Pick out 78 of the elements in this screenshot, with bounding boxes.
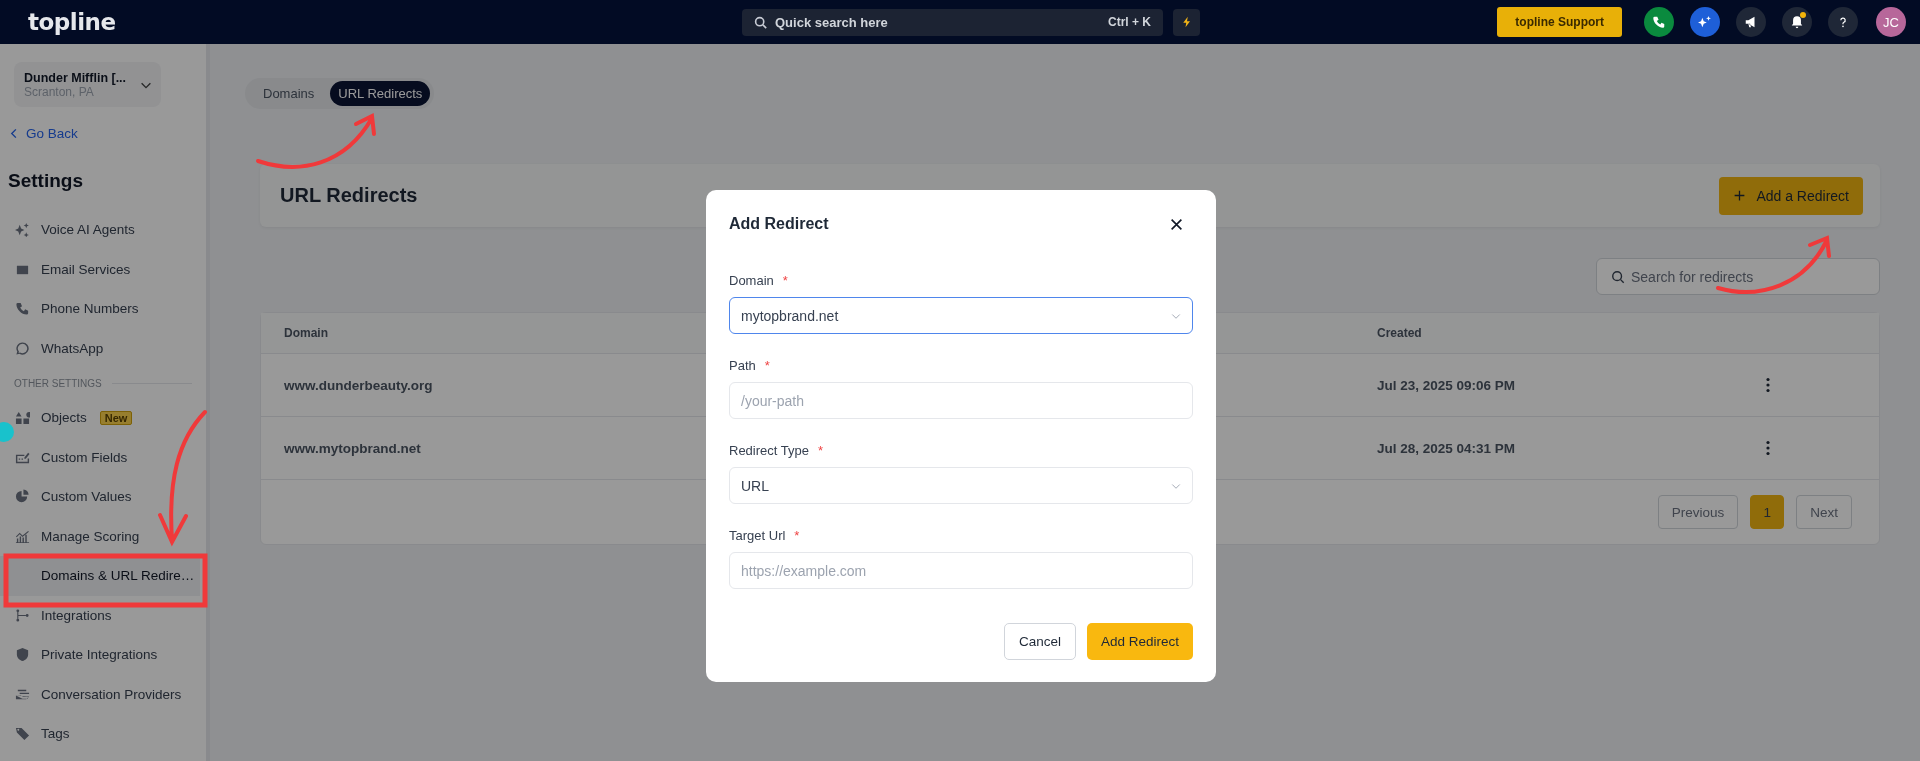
table-cell: Jul 23, 2025 09:06 PM (1377, 377, 1516, 393)
settings-heading: Settings (8, 170, 83, 192)
tab[interactable]: Domains (255, 81, 323, 106)
sidebar-item[interactable]: Voice AI Agents (0, 210, 200, 250)
column-header: Domain (284, 326, 329, 340)
account-name: Dunder Mifflin [... (24, 70, 128, 85)
search-icon (754, 15, 767, 29)
logo: topline (28, 9, 117, 35)
sidebar-item[interactable]: Email Services (0, 249, 200, 289)
quick-search-field[interactable]: Quick search here Ctrl + K (742, 8, 1163, 36)
search-icon (1611, 269, 1625, 284)
sidebar-item[interactable]: WhatsApp (0, 328, 200, 368)
menu-item-icon (15, 528, 30, 544)
megaphone-button[interactable] (1736, 7, 1766, 37)
go-back-link[interactable]: Go Back (9, 126, 78, 141)
search-field[interactable]: Search for redirects (1596, 258, 1880, 295)
field-label: Redirect Type (729, 443, 809, 458)
menu-item-icon (15, 222, 30, 238)
input-field[interactable]: /your-path (729, 382, 1193, 419)
lightning-icon (1180, 15, 1193, 29)
more-options-icon[interactable] (1766, 440, 1770, 456)
add-redirect-submit-button[interactable]: Add Redirect (1086, 623, 1193, 660)
previous-button[interactable]: Previous (1657, 495, 1739, 529)
menu-item-icon (15, 340, 30, 356)
page-button[interactable]: 1 (1750, 495, 1785, 529)
table-cell: www.mytopbrand.net (284, 440, 421, 456)
field-label: Target Url (729, 528, 786, 543)
plus-icon (1733, 189, 1747, 202)
table-cell: Jul 28, 2025 04:31 PM (1377, 440, 1516, 456)
menu-item-icon (15, 726, 30, 742)
lightning-button[interactable] (1173, 8, 1200, 36)
required-mark: * (794, 528, 800, 543)
help-button[interactable] (1828, 7, 1858, 37)
phone-button[interactable] (1644, 7, 1674, 37)
required-mark: * (782, 273, 788, 288)
required-mark: * (764, 358, 770, 373)
tab[interactable]: URL Redirects (330, 81, 431, 106)
close-icon[interactable] (1170, 217, 1183, 231)
field-label: Domain (729, 273, 774, 288)
shortcut-hint: Ctrl + K (1108, 15, 1151, 29)
sparkle-icon (1698, 15, 1712, 29)
menu-item-icon (15, 489, 30, 505)
bell-icon (1790, 15, 1804, 29)
sidebar-item[interactable]: Custom Fields (0, 437, 200, 477)
menu-item-icon (15, 301, 30, 317)
add-redirect-button[interactable]: Add a Redirect (1719, 176, 1863, 215)
sidebar-item[interactable]: Private Integrations (0, 635, 200, 675)
dropdown-field[interactable]: URL (729, 467, 1193, 504)
menu-item-icon (15, 647, 30, 663)
notifications-button[interactable] (1782, 7, 1812, 37)
dialog-title: Add Redirect (729, 215, 829, 233)
sidebar-item[interactable]: Integrations (0, 595, 200, 635)
sidebar-item[interactable]: Conversation Providers (0, 674, 200, 714)
megaphone-icon (1744, 15, 1758, 29)
page-title: URL Redirects (280, 184, 418, 207)
sidebar-item[interactable]: Objects New (0, 398, 200, 438)
user-avatar[interactable]: JC (1876, 7, 1906, 37)
column-header: Created (1377, 326, 1423, 340)
input-field[interactable]: https://example.com (729, 552, 1193, 589)
field-label: Path (729, 358, 756, 373)
support-button[interactable]: topline Support (1497, 7, 1622, 37)
next-button[interactable]: Next (1796, 495, 1852, 529)
menu-item-icon (15, 607, 30, 623)
table-cell: www.dunderbeauty.org (284, 377, 433, 393)
section-label: OTHER SETTINGS (14, 377, 102, 389)
required-mark: * (817, 443, 824, 458)
sidebar-item[interactable]: Manage Scoring (0, 516, 200, 556)
menu-item-icon (15, 410, 30, 426)
dropdown-field[interactable]: mytopbrand.net (729, 297, 1193, 334)
phone-icon (1652, 15, 1666, 29)
sidebar-item[interactable]: Phone Numbers (0, 289, 200, 329)
sidebar-item[interactable]: Custom Values (0, 477, 200, 517)
sidebar-item[interactable]: Tags (0, 714, 200, 754)
sparkle-button[interactable] (1690, 7, 1720, 37)
more-options-icon[interactable] (1766, 377, 1770, 393)
cancel-button[interactable]: Cancel (1003, 623, 1076, 660)
search-placeholder: Quick search here (775, 14, 889, 30)
new-badge: New (99, 410, 133, 425)
